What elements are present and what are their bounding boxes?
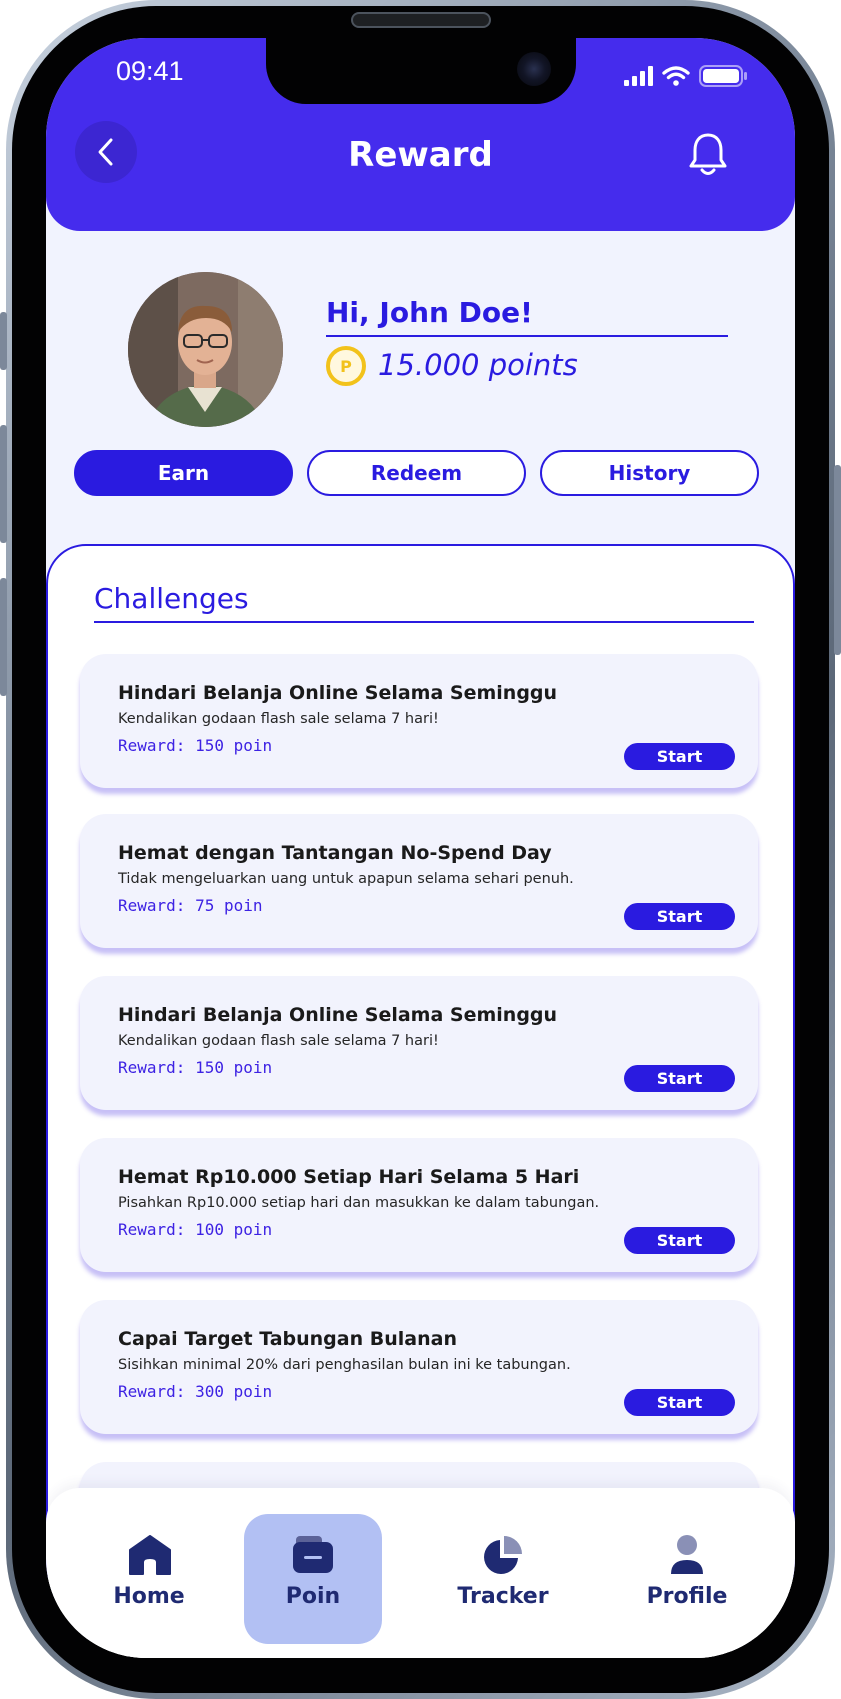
nav-label: Home xyxy=(113,1584,185,1609)
home-icon xyxy=(129,1535,171,1575)
notification-button[interactable] xyxy=(688,132,728,182)
challenge-reward: Reward: 150 poin xyxy=(118,736,273,755)
challenge-card: Hemat dengan Tantangan No-Spend Day Tida… xyxy=(80,814,758,948)
challenge-reward: Reward: 300 poin xyxy=(118,1382,273,1401)
speaker-grille xyxy=(351,12,491,28)
nav-item-home[interactable]: Home xyxy=(104,1488,194,1658)
tab-redeem[interactable]: Redeem xyxy=(307,450,526,496)
challenge-card: Hemat Rp10.000 Setiap Hari Selama 5 Hari… xyxy=(80,1138,758,1272)
tab-history[interactable]: History xyxy=(540,450,759,496)
start-button[interactable]: Start xyxy=(624,743,735,770)
challenge-card: Capai Target Tabungan Bulanan Sisihkan m… xyxy=(80,1300,758,1434)
start-button[interactable]: Start xyxy=(624,903,735,930)
challenge-title: Hindari Belanja Online Selama Seminggu xyxy=(118,682,558,704)
user-photo xyxy=(128,272,283,427)
nav-item-poin[interactable]: Poin xyxy=(268,1488,358,1658)
challenge-card: Hindari Belanja Online Selama Seminggu K… xyxy=(80,654,758,788)
nav-label: Profile xyxy=(646,1584,728,1609)
page-title: Reward xyxy=(348,135,493,175)
power-button xyxy=(834,465,841,655)
nav-item-profile[interactable]: Profile xyxy=(638,1488,736,1658)
points-coin-icon: P xyxy=(326,346,366,386)
tab-earn[interactable]: Earn xyxy=(74,450,293,496)
nav-item-tracker[interactable]: Tracker xyxy=(448,1488,558,1658)
challenge-title: Hemat Rp10.000 Setiap Hari Selama 5 Hari xyxy=(118,1166,580,1188)
user-icon xyxy=(671,1535,703,1574)
challenge-reward: Reward: 100 poin xyxy=(118,1220,273,1239)
challenge-description: Pisahkan Rp10.000 setiap hari dan masukk… xyxy=(118,1195,600,1211)
volume-down-button xyxy=(0,578,7,696)
side-button xyxy=(0,312,7,370)
wallet-icon xyxy=(293,1536,333,1573)
nav-label: Poin xyxy=(285,1584,341,1609)
bottom-nav: Home Poin Tracker Profile xyxy=(46,1488,795,1658)
points-balance: 15.000 points xyxy=(378,348,578,382)
challenge-reward: Reward: 150 poin xyxy=(118,1058,273,1077)
greeting-text: Hi, John Doe! xyxy=(326,296,728,337)
signal-wifi-battery-icon xyxy=(624,65,747,87)
challenge-card: Hindari Belanja Online Selama Seminggu K… xyxy=(80,976,758,1110)
challenge-title: Hemat dengan Tantangan No-Spend Day xyxy=(118,842,552,864)
nav-label: Tracker xyxy=(457,1584,549,1609)
avatar xyxy=(128,272,283,427)
challenge-description: Kendalikan godaan flash sale selama 7 ha… xyxy=(118,711,439,727)
app-screen: 09:41 Reward Hi, John Doe! P 15.000 poin… xyxy=(46,38,795,1658)
challenge-description: Tidak mengeluarkan uang untuk apapun sel… xyxy=(118,871,574,887)
pie-chart-icon xyxy=(484,1536,522,1574)
section-title: Challenges xyxy=(94,582,754,623)
challenge-title: Capai Target Tabungan Bulanan xyxy=(118,1328,457,1350)
challenge-title: Hindari Belanja Online Selama Seminggu xyxy=(118,1004,558,1026)
status-time: 09:41 xyxy=(116,56,184,86)
start-button[interactable]: Start xyxy=(624,1227,735,1254)
dynamic-notch xyxy=(266,38,576,104)
challenge-description: Sisihkan minimal 20% dari penghasilan bu… xyxy=(118,1357,571,1373)
challenge-reward: Reward: 75 poin xyxy=(118,896,263,915)
bell-icon xyxy=(689,133,727,175)
camera-icon xyxy=(517,52,551,86)
volume-up-button xyxy=(0,425,7,543)
challenge-description: Kendalikan godaan flash sale selama 7 ha… xyxy=(118,1033,439,1049)
start-button[interactable]: Start xyxy=(624,1065,735,1092)
start-button[interactable]: Start xyxy=(624,1389,735,1416)
status-icons xyxy=(624,64,764,92)
